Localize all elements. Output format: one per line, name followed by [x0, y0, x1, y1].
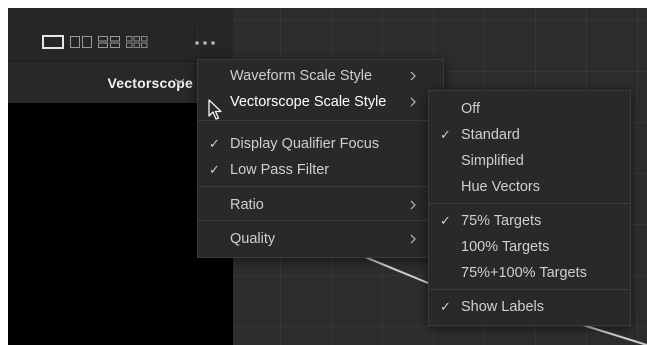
menu-item-label: Vectorscope Scale Style — [230, 94, 387, 110]
mouse-cursor-icon — [208, 99, 222, 120]
menu-item-label: Low Pass Filter — [230, 162, 330, 178]
menu-item-label: Show Labels — [461, 299, 545, 315]
menu-item-label: 100% Targets — [461, 239, 550, 255]
menu-item-label: Display Qualifier Focus — [230, 136, 380, 152]
dual-view-icon[interactable] — [70, 36, 92, 48]
menu-item-label: 75% Targets — [461, 213, 542, 229]
menu-divider — [198, 186, 443, 187]
checkmark-icon: ✓ — [440, 213, 451, 228]
chevron-right-icon — [410, 234, 416, 244]
checkmark-icon: ✓ — [440, 299, 451, 314]
scope-toolbar — [8, 8, 233, 62]
checkmark-icon: ✓ — [440, 127, 451, 142]
chevron-right-icon — [410, 97, 416, 107]
menu-divider — [198, 120, 443, 121]
single-view-icon[interactable] — [42, 35, 64, 49]
menu-item-ratio[interactable]: Ratio — [198, 193, 443, 217]
more-options-icon[interactable] — [194, 40, 218, 46]
scopes-panel: Vectorscope Waveform Scale Style Vectors… — [8, 8, 647, 345]
menu-item-label: Quality — [230, 231, 276, 247]
menu-divider — [429, 289, 630, 290]
menu-item-low-pass-filter[interactable]: ✓ Low Pass Filter — [198, 158, 443, 182]
menu-item-label: Simplified — [461, 153, 524, 169]
checkmark-icon: ✓ — [209, 162, 220, 177]
menu-item-label: Ratio — [230, 197, 264, 213]
menu-item-label: Hue Vectors — [461, 179, 540, 195]
vectorscope-scale-submenu: Off ✓ Standard Simplified Hue Vectors ✓ … — [428, 90, 631, 326]
submenu-item-75-targets[interactable]: ✓ 75% Targets — [429, 209, 630, 233]
menu-item-display-qualifier-focus[interactable]: ✓ Display Qualifier Focus — [198, 132, 443, 156]
menu-divider — [429, 203, 630, 204]
menu-item-waveform-scale-style[interactable]: Waveform Scale Style — [198, 64, 443, 88]
chevron-down-icon[interactable] — [174, 78, 185, 85]
submenu-item-hue-vectors[interactable]: Hue Vectors — [429, 175, 630, 199]
submenu-item-off[interactable]: Off — [429, 97, 630, 121]
menu-divider — [198, 220, 443, 221]
quad-view-icon[interactable] — [98, 36, 120, 48]
submenu-item-standard[interactable]: ✓ Standard — [429, 123, 630, 147]
submenu-item-show-labels[interactable]: ✓ Show Labels — [429, 295, 630, 319]
submenu-item-100-targets[interactable]: 100% Targets — [429, 235, 630, 259]
menu-item-vectorscope-scale-style[interactable]: Vectorscope Scale Style — [198, 90, 443, 114]
menu-item-quality[interactable]: Quality — [198, 227, 443, 251]
submenu-item-simplified[interactable]: Simplified — [429, 149, 630, 173]
six-view-icon[interactable] — [126, 36, 148, 48]
menu-item-label: Off — [461, 101, 481, 117]
menu-item-label: Waveform Scale Style — [230, 68, 373, 84]
menu-item-label: Standard — [461, 127, 520, 143]
submenu-item-75-100-targets[interactable]: 75%+100% Targets — [429, 261, 630, 285]
chevron-right-icon — [410, 71, 416, 81]
chevron-right-icon — [410, 200, 416, 210]
scope-options-menu: Waveform Scale Style Vectorscope Scale S… — [197, 59, 444, 258]
checkmark-icon: ✓ — [209, 136, 220, 151]
menu-item-label: 75%+100% Targets — [461, 265, 587, 281]
